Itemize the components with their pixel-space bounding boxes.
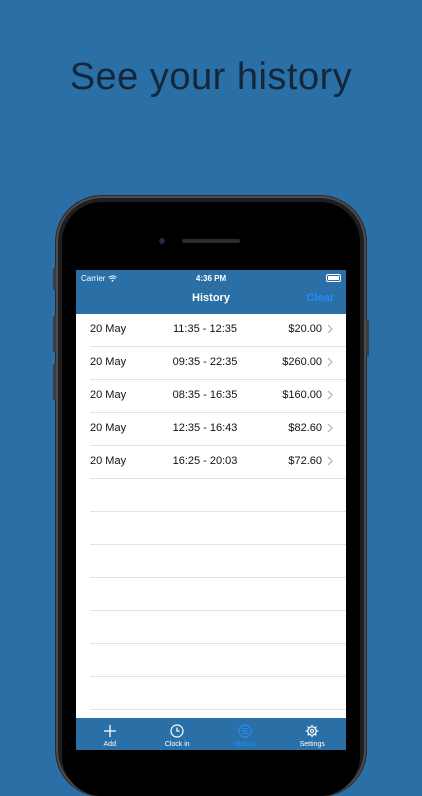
empty-row	[90, 545, 346, 578]
tab-clock-in[interactable]: Clock in	[144, 718, 212, 750]
entry-date: 20 May	[90, 323, 127, 335]
side-button	[53, 268, 56, 290]
history-row[interactable]: 20 May 16:25 - 20:03 $72.60	[90, 446, 346, 479]
gear-icon	[306, 724, 319, 738]
clear-button[interactable]: Clear	[306, 292, 334, 304]
entry-amount: $160.00	[282, 389, 322, 401]
power-button	[366, 320, 369, 356]
entry-date: 20 May	[90, 389, 127, 401]
entry-time-range: 08:35 - 16:35	[172, 389, 238, 401]
status-time: 4:36 PM	[195, 274, 227, 283]
tab-label: Add	[103, 741, 116, 748]
history-row[interactable]: 20 May 12:35 - 16:43 $82.60	[90, 413, 346, 446]
entry-time-range: 11:35 - 12:35	[172, 323, 237, 335]
chevron-right-icon	[327, 456, 333, 466]
history-row[interactable]: 20 May 08:35 - 16:35 $160.00	[90, 380, 346, 413]
volume-up-button	[53, 316, 56, 352]
history-row[interactable]: 20 May 11:35 - 12:35 $20.00	[90, 314, 346, 347]
tab-label: Clock in	[164, 741, 190, 748]
volume-down-button	[53, 364, 56, 400]
empty-row	[90, 578, 346, 611]
tab-history[interactable]: History	[211, 718, 279, 750]
history-list: 20 May 11:35 - 12:35 $20.00 20 May 09:35…	[76, 314, 346, 710]
front-camera	[159, 238, 165, 244]
entry-date: 20 May	[90, 356, 127, 368]
entry-time-range: 12:35 - 16:43	[172, 422, 238, 434]
entry-date: 20 May	[90, 455, 127, 467]
app-screen: Carrier 4:36 PM History Clear 20 May 11:…	[76, 270, 346, 750]
entry-date: 20 May	[90, 422, 127, 434]
chevron-right-icon	[327, 390, 333, 400]
empty-row	[90, 677, 346, 710]
tab-label: History	[233, 741, 256, 748]
tab-label: Settings	[299, 741, 325, 748]
empty-row	[90, 479, 346, 512]
tab-add[interactable]: Add	[76, 718, 144, 750]
entry-amount: $260.00	[282, 356, 322, 368]
empty-row	[90, 611, 346, 644]
entry-amount: $20.00	[288, 323, 322, 335]
earpiece-speaker	[182, 239, 240, 243]
history-icon	[238, 724, 252, 738]
entry-time-range: 16:25 - 20:03	[172, 455, 238, 467]
plus-icon	[103, 725, 116, 737]
clock-icon	[170, 724, 184, 738]
entry-amount: $72.60	[288, 455, 322, 467]
empty-row	[90, 512, 346, 545]
chevron-right-icon	[327, 357, 333, 367]
page-headline: See your history	[69, 56, 353, 98]
navigation-bar: History Clear	[76, 286, 346, 314]
entry-amount: $82.60	[288, 422, 322, 434]
entry-time-range: 09:35 - 22:35	[172, 356, 238, 368]
battery-icon	[326, 274, 341, 282]
empty-row	[90, 644, 346, 677]
chevron-right-icon	[327, 423, 333, 433]
status-bar: Carrier 4:36 PM	[76, 270, 346, 286]
tab-settings[interactable]: Settings	[279, 718, 347, 750]
history-row[interactable]: 20 May 09:35 - 22:35 $260.00	[90, 347, 346, 380]
tab-bar: Add Clock in History Settings	[76, 718, 346, 750]
chevron-right-icon	[327, 324, 333, 334]
